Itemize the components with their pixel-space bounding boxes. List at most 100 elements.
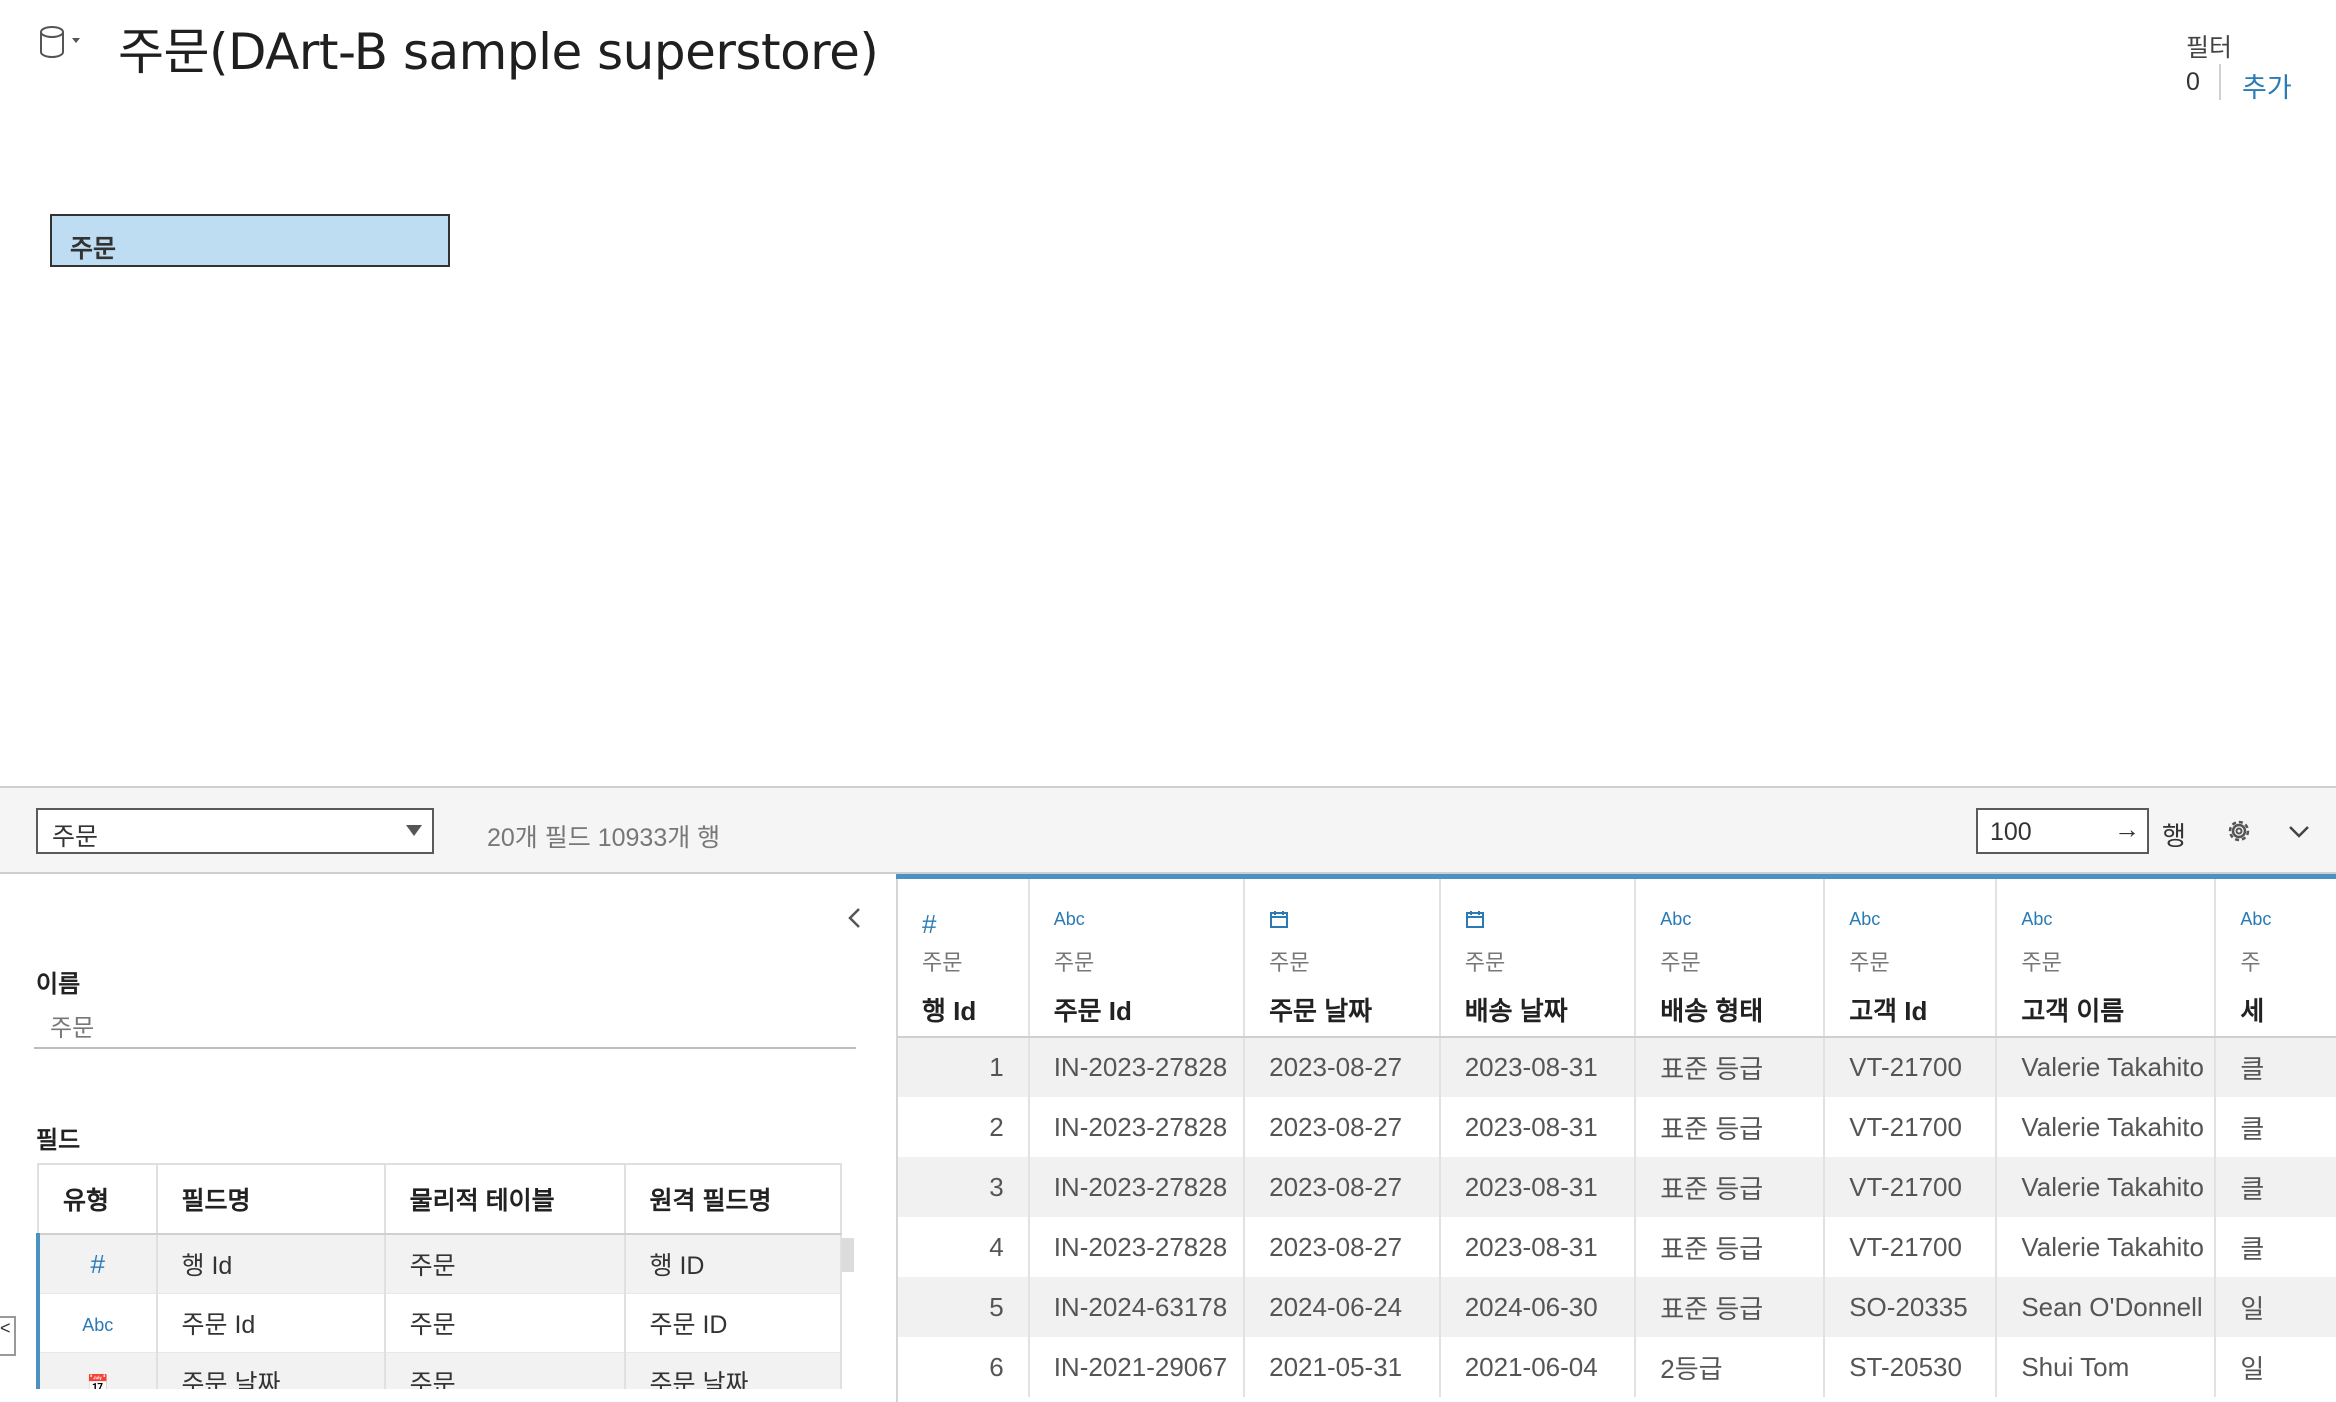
grid-cell[interactable]: 표준 등급: [1635, 1157, 1826, 1217]
field-name-cell[interactable]: 주문 날짜: [156, 1352, 386, 1389]
canvas-table-card[interactable]: 주문: [50, 214, 450, 267]
grid-cell[interactable]: 2023-08-27: [1244, 1037, 1441, 1097]
column-header-remote-field[interactable]: 원격 필드명: [624, 1163, 843, 1235]
grid-cell[interactable]: 2023-08-27: [1244, 1217, 1441, 1277]
grid-cell[interactable]: IN-2023-27828: [1028, 1037, 1246, 1097]
table-row[interactable]: 1 IN-2023-27828 2023-08-27 2023-08-31 표준 등급 V…: [898, 1037, 2336, 1097]
grid-cell[interactable]: 표준 등급: [1635, 1217, 1826, 1277]
grid-cell[interactable]: 2023-08-31: [1439, 1097, 1637, 1157]
grid-column-header[interactable]: # 주문 행 Id: [898, 879, 1030, 1038]
date-type-icon[interactable]: 📅: [36, 1352, 158, 1389]
grid-cell[interactable]: VT-21700: [1824, 1037, 1998, 1097]
grid-cell[interactable]: 3: [898, 1157, 1030, 1217]
grid-column-header[interactable]: Abc 주문 배송 형태: [1635, 879, 1826, 1038]
grid-cell[interactable]: IN-2023-27828: [1028, 1157, 1246, 1217]
field-name-cell[interactable]: 행 Id: [156, 1234, 386, 1294]
gear-icon[interactable]: [2224, 816, 2254, 846]
grid-cell[interactable]: 2024-06-30: [1439, 1277, 1637, 1337]
grid-cell[interactable]: 표준 등급: [1635, 1097, 1826, 1157]
column-name[interactable]: 세: [2240, 991, 2336, 1028]
grid-cell[interactable]: 2023-08-27: [1244, 1157, 1441, 1217]
grid-cell[interactable]: 2021-06-04: [1439, 1337, 1637, 1397]
grid-cell[interactable]: 클: [2215, 1157, 2336, 1217]
number-type-icon[interactable]: #: [36, 1234, 158, 1294]
chevron-down-icon[interactable]: [2286, 822, 2312, 842]
column-name[interactable]: 주문 날짜: [1269, 991, 1439, 1028]
grid-cell[interactable]: 2: [898, 1097, 1030, 1157]
table-row[interactable]: 2 IN-2023-27828 2023-08-27 2023-08-31 표준 등급 V…: [898, 1097, 2336, 1157]
table-row[interactable]: 3 IN-2023-27828 2023-08-27 2023-08-31 표준 등급 V…: [898, 1157, 2336, 1217]
grid-column-header[interactable]: 주문 주문 날짜: [1244, 879, 1441, 1038]
apply-arrow-icon[interactable]: →: [2114, 814, 2140, 845]
grid-cell[interactable]: 클: [2215, 1097, 2336, 1157]
field-name-cell[interactable]: 주문 Id: [156, 1293, 386, 1353]
grid-column-header[interactable]: 주문 배송 날짜: [1439, 879, 1637, 1038]
grid-cell[interactable]: SO-20335: [1824, 1277, 1998, 1337]
grid-column-header[interactable]: Abc 주문 고객 Id: [1824, 879, 1998, 1038]
grid-cell[interactable]: 2024-06-24: [1244, 1277, 1441, 1337]
column-header-type[interactable]: 유형: [37, 1163, 158, 1235]
expand-left-tab[interactable]: <: [0, 1316, 16, 1356]
grid-cell[interactable]: 2023-08-27: [1244, 1097, 1441, 1157]
grid-cell[interactable]: 6: [898, 1337, 1030, 1397]
table-row[interactable]: 4 IN-2023-27828 2023-08-27 2023-08-31 표준 등급 V…: [898, 1217, 2336, 1277]
table-row[interactable]: 6 IN-2021-29067 2021-05-31 2021-06-04 2등급 ST-…: [898, 1337, 2336, 1397]
column-name[interactable]: 행 Id: [922, 991, 1028, 1028]
string-type-icon[interactable]: Abc: [1660, 909, 1823, 933]
grid-cell[interactable]: 클: [2215, 1037, 2336, 1097]
grid-cell[interactable]: 1: [898, 1037, 1030, 1097]
grid-column-header[interactable]: Abc 주문 고객 이름: [1996, 879, 2217, 1038]
number-type-icon[interactable]: #: [922, 909, 1028, 939]
table-row[interactable]: Abc 주문 Id 주문 주문 ID: [36, 1293, 843, 1353]
column-name[interactable]: 배송 날짜: [1465, 991, 1635, 1028]
grid-cell[interactable]: IN-2023-27828: [1028, 1097, 1246, 1157]
string-type-icon[interactable]: Abc: [2021, 909, 2214, 933]
column-name[interactable]: 고객 이름: [2021, 991, 2214, 1028]
grid-cell[interactable]: 2023-08-31: [1439, 1217, 1637, 1277]
grid-cell[interactable]: 2021-05-31: [1244, 1337, 1441, 1397]
column-header-physical-table[interactable]: 물리적 테이블: [384, 1163, 626, 1235]
string-type-icon[interactable]: Abc: [2240, 909, 2336, 933]
fields-scrollbar[interactable]: [842, 1238, 854, 1272]
name-input[interactable]: 주문: [50, 1008, 94, 1043]
table-row[interactable]: 📅 주문 날짜 주문 주문 날짜: [36, 1352, 843, 1389]
grid-cell[interactable]: 클: [2215, 1217, 2336, 1277]
grid-cell[interactable]: 표준 등급: [1635, 1277, 1826, 1337]
add-filter-link[interactable]: 추가: [2242, 66, 2292, 105]
grid-cell[interactable]: 2등급: [1635, 1337, 1826, 1397]
grid-cell[interactable]: IN-2024-63178: [1028, 1277, 1246, 1337]
table-row[interactable]: # 행 Id 주문 행 ID: [36, 1234, 843, 1294]
grid-cell[interactable]: Valerie Takahito: [1996, 1217, 2217, 1277]
grid-cell[interactable]: ST-20530: [1824, 1337, 1998, 1397]
grid-cell[interactable]: IN-2023-27828: [1028, 1217, 1246, 1277]
grid-cell[interactable]: 일: [2215, 1277, 2336, 1337]
grid-cell[interactable]: Valerie Takahito: [1996, 1097, 2217, 1157]
grid-cell[interactable]: 2023-08-31: [1439, 1037, 1637, 1097]
grid-cell[interactable]: Valerie Takahito: [1996, 1157, 2217, 1217]
grid-cell[interactable]: IN-2021-29067: [1028, 1337, 1246, 1397]
grid-cell[interactable]: Valerie Takahito: [1996, 1037, 2217, 1097]
grid-cell[interactable]: 표준 등급: [1635, 1037, 1826, 1097]
column-name[interactable]: 배송 형태: [1660, 991, 1823, 1028]
table-row[interactable]: 5 IN-2024-63178 2024-06-24 2024-06-30 표준 등급 S…: [898, 1277, 2336, 1337]
grid-column-header[interactable]: Abc 주 세: [2215, 879, 2336, 1038]
grid-cell[interactable]: 2023-08-31: [1439, 1157, 1637, 1217]
grid-column-header[interactable]: Abc 주문 주문 Id: [1028, 879, 1246, 1038]
column-name[interactable]: 고객 Id: [1849, 991, 1995, 1028]
calendar-icon[interactable]: [1465, 909, 1635, 933]
grid-cell[interactable]: 일: [2215, 1337, 2336, 1397]
grid-cell[interactable]: 4: [898, 1217, 1030, 1277]
table-select-dropdown[interactable]: 주문: [36, 808, 434, 854]
grid-cell[interactable]: 5: [898, 1277, 1030, 1337]
column-header-field-name[interactable]: 필드명: [156, 1163, 386, 1235]
database-icon[interactable]: [38, 24, 82, 60]
grid-cell[interactable]: VT-21700: [1824, 1097, 1998, 1157]
grid-cell[interactable]: VT-21700: [1824, 1217, 1998, 1277]
calendar-icon[interactable]: [1269, 909, 1439, 933]
grid-cell[interactable]: Shui Tom: [1996, 1337, 2217, 1397]
column-name[interactable]: 주문 Id: [1054, 991, 1243, 1028]
string-type-icon[interactable]: Abc: [1054, 909, 1243, 933]
grid-cell[interactable]: VT-21700: [1824, 1157, 1998, 1217]
string-type-icon[interactable]: Abc: [36, 1293, 158, 1353]
grid-cell[interactable]: Sean O'Donnell: [1996, 1277, 2217, 1337]
